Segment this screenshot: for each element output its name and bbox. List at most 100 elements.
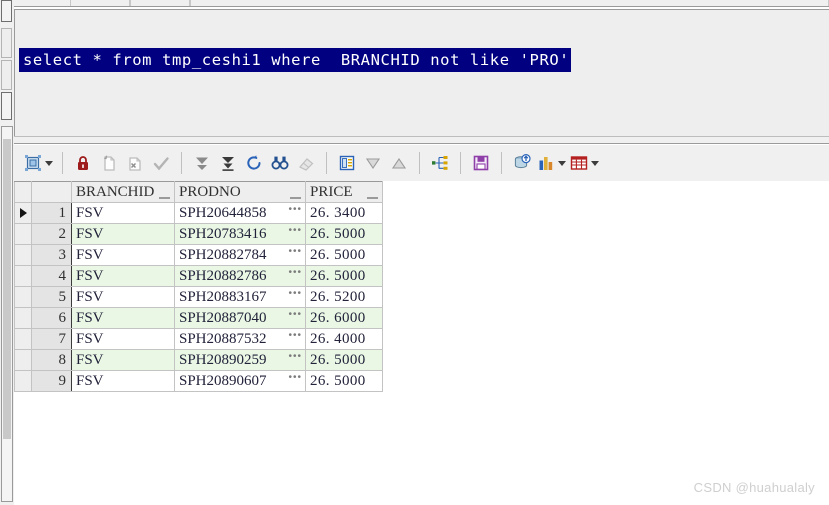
rail-button-3[interactable] (1, 60, 12, 90)
table-row[interactable]: 2 FSV SPH20783416 ••• 26. 5000 (14, 223, 383, 245)
cell-price[interactable]: 26. 5200 (305, 286, 383, 308)
chevron-down-icon[interactable] (558, 160, 566, 166)
toolbar-button-delete-record[interactable] (122, 148, 148, 178)
cell-price[interactable]: 26. 3400 (305, 202, 383, 224)
cell-prodno[interactable]: SPH20783416 ••• (174, 223, 306, 245)
table-row[interactable]: 8 FSV SPH20890259 ••• 26. 5000 (14, 349, 383, 371)
cell-branchid[interactable]: FSV (71, 265, 175, 287)
row-indicator-cell[interactable] (14, 202, 32, 224)
row-indicator-cell[interactable] (14, 286, 32, 308)
row-number-cell[interactable]: 4 (31, 265, 72, 287)
column-header-prodno[interactable]: PRODNO (174, 181, 306, 203)
row-number-cell[interactable]: 8 (31, 349, 72, 371)
cell-price[interactable]: 26. 5000 (305, 265, 383, 287)
cell-branchid[interactable]: FSV (71, 370, 175, 392)
cell-branchid[interactable]: FSV (71, 223, 175, 245)
cell-prodno[interactable]: SPH20887040 ••• (174, 307, 306, 329)
cell-prodno[interactable]: SPH20883167 ••• (174, 286, 306, 308)
cell-prodno[interactable]: SPH20890259 ••• (174, 349, 306, 371)
rail-button-4[interactable] (1, 92, 12, 120)
chevron-down-icon[interactable] (45, 160, 53, 166)
toolbar-button-hierarchy[interactable] (427, 148, 453, 178)
toolbar-button-save-floppy[interactable] (468, 148, 494, 178)
cell-overflow-ellipsis-icon: ••• (288, 267, 302, 278)
toolbar-button-new-record[interactable] (96, 148, 122, 178)
toolbar-button-table-grid-red[interactable] (568, 148, 601, 178)
row-indicator-cell[interactable] (14, 349, 32, 371)
column-resize-handle[interactable] (159, 197, 170, 199)
cell-price[interactable]: 26. 5000 (305, 244, 383, 266)
row-number-cell[interactable]: 9 (31, 370, 72, 392)
column-header-price[interactable]: PRICE (305, 181, 383, 203)
table-row[interactable]: 4 FSV SPH20882786 ••• 26. 5000 (14, 265, 383, 287)
grid-layout-icon (24, 154, 42, 172)
cell-prodno[interactable]: SPH20887532 ••• (174, 328, 306, 350)
result-grid[interactable]: BRANCHID PRODNO PRICE 1 FSV SPH20644858 ••• 26… (14, 181, 383, 392)
cell-prodno[interactable]: SPH20882784 ••• (174, 244, 306, 266)
table-row[interactable]: 5 FSV SPH20883167 ••• 26. 5200 (14, 286, 383, 308)
row-indicator-cell[interactable] (14, 223, 32, 245)
cell-branchid[interactable]: FSV (71, 244, 175, 266)
chevron-down-icon[interactable] (591, 160, 599, 166)
left-rail-scroll-thumb[interactable] (3, 139, 11, 439)
sql-editor-text-area[interactable]: select * from tmp_ceshi1 where BRANCHID … (15, 10, 829, 136)
row-indicator-cell[interactable] (14, 244, 32, 266)
cell-prodno[interactable]: SPH20644858 ••• (174, 202, 306, 224)
row-number-cell[interactable]: 7 (31, 328, 72, 350)
table-row[interactable]: 6 FSV SPH20887040 ••• 26. 6000 (14, 307, 383, 329)
toolbar-button-sort-ascending[interactable] (386, 148, 412, 178)
table-row[interactable]: 7 FSV SPH20887532 ••• 26. 4000 (14, 328, 383, 350)
sql-statement-selected[interactable]: select * from tmp_ceshi1 where BRANCHID … (19, 48, 572, 72)
toolbar-button-grid-layout[interactable] (22, 148, 55, 178)
row-indicator-cell[interactable] (14, 265, 32, 287)
row-number-cell[interactable]: 6 (31, 307, 72, 329)
rail-button-2[interactable] (1, 28, 12, 58)
current-row-arrow-icon (19, 208, 27, 218)
toolbar-button-bar-chart[interactable] (535, 148, 568, 178)
toolbar-separator (181, 152, 182, 174)
column-header-branchid[interactable]: BRANCHID (71, 181, 175, 203)
row-number-cell[interactable]: 3 (31, 244, 72, 266)
row-number-cell[interactable]: 2 (31, 223, 72, 245)
cell-prodno[interactable]: SPH20890607 ••• (174, 370, 306, 392)
cell-price[interactable]: 26. 5000 (305, 370, 383, 392)
column-resize-handle[interactable] (290, 197, 301, 199)
cell-price[interactable]: 26. 6000 (305, 307, 383, 329)
bar-chart-icon (537, 154, 555, 172)
column-resize-handle[interactable] (367, 197, 378, 199)
toolbar-button-commit-check[interactable] (148, 148, 174, 178)
row-indicator-cell[interactable] (14, 328, 32, 350)
cell-price[interactable]: 26. 4000 (305, 328, 383, 350)
row-indicator-cell[interactable] (14, 370, 32, 392)
cell-branchid[interactable]: FSV (71, 202, 175, 224)
cell-branchid[interactable]: FSV (71, 286, 175, 308)
toolbar-button-fetch-next-page[interactable] (189, 148, 215, 178)
cell-branchid[interactable]: FSV (71, 349, 175, 371)
row-number-cell[interactable]: 1 (31, 202, 72, 224)
single-record-view-icon (338, 154, 356, 172)
table-row[interactable]: 1 FSV SPH20644858 ••• 26. 3400 (14, 202, 383, 224)
table-row[interactable]: 3 FSV SPH20882784 ••• 26. 5000 (14, 244, 383, 266)
rail-button-1[interactable] (1, 0, 12, 22)
row-indicator-cell[interactable] (14, 307, 32, 329)
cell-branchid[interactable]: FSV (71, 307, 175, 329)
toolbar-button-single-record-view[interactable] (334, 148, 360, 178)
cell-price[interactable]: 26. 5000 (305, 349, 383, 371)
lock-icon (74, 154, 92, 172)
toolbar-button-sort-descending[interactable] (360, 148, 386, 178)
cell-branchid[interactable]: FSV (71, 328, 175, 350)
toolbar-button-database-upload[interactable] (509, 148, 535, 178)
cell-price[interactable]: 26. 5000 (305, 223, 383, 245)
toolbar-button-refresh[interactable] (241, 148, 267, 178)
sql-editor-pane[interactable]: select * from tmp_ceshi1 where BRANCHID … (14, 9, 829, 136)
save-floppy-icon (472, 154, 490, 172)
table-row[interactable]: 9 FSV SPH20890607 ••• 26. 5000 (14, 370, 383, 392)
toolbar-button-eraser[interactable] (293, 148, 319, 178)
toolbar-button-lock[interactable] (70, 148, 96, 178)
pane-splitter[interactable] (14, 136, 829, 144)
cell-prodno[interactable]: SPH20882786 ••• (174, 265, 306, 287)
toolbar-button-fetch-all-rows[interactable] (215, 148, 241, 178)
toolbar-button-find-binoculars[interactable] (267, 148, 293, 178)
fetch-next-page-icon (193, 154, 211, 172)
row-number-cell[interactable]: 5 (31, 286, 72, 308)
